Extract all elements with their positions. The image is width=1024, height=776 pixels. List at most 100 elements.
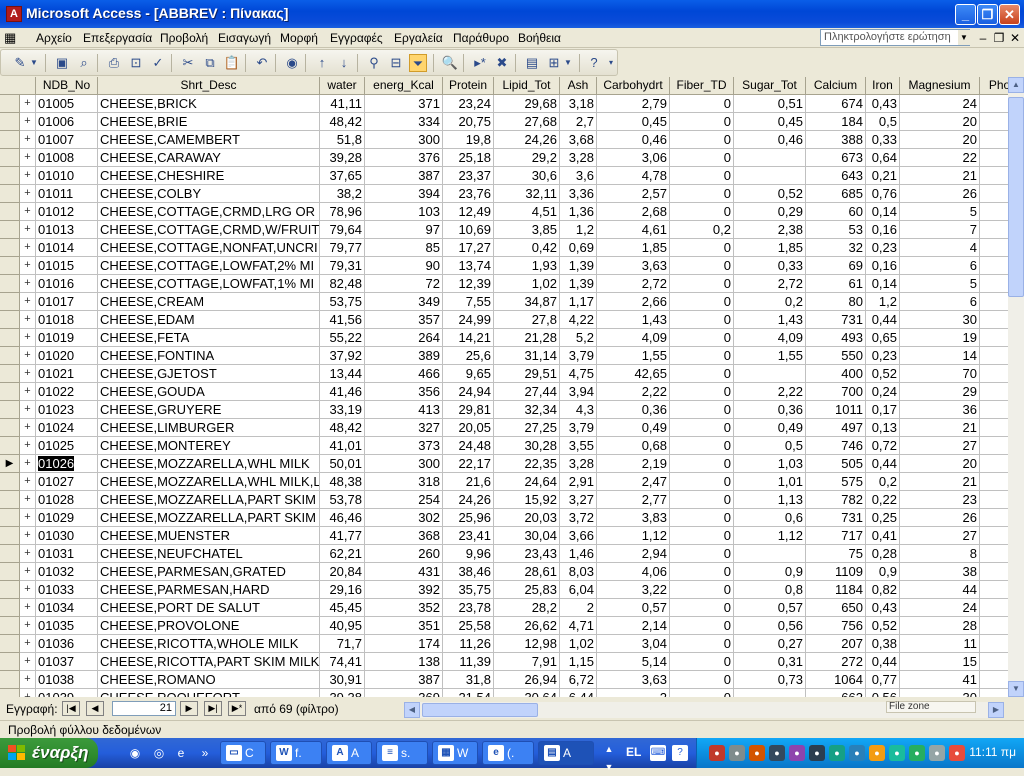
table-cell[interactable]: 41,77 [320, 527, 365, 545]
table-cell[interactable]: 4,22 [560, 311, 597, 329]
expand-icon[interactable]: + [20, 419, 36, 437]
table-cell[interactable]: 174 [365, 635, 443, 653]
view-dropdown-icon[interactable]: ▼ [29, 54, 39, 72]
table-cell[interactable]: CHEESE,PROVOLONE [98, 617, 320, 635]
table-cell[interactable]: CHEESE,MOZZARELLA,WHL MILK [98, 455, 320, 473]
table-cell[interactable]: 352 [365, 599, 443, 617]
table-cell[interactable]: 79,64 [320, 221, 365, 239]
table-cell[interactable]: 0,23 [866, 239, 900, 257]
table-cell[interactable]: 13,74 [443, 257, 494, 275]
table-cell[interactable]: 80 [806, 293, 866, 311]
table-cell[interactable]: CHEESE,PARMESAN,GRATED [98, 563, 320, 581]
table-cell[interactable]: 01037 [36, 653, 98, 671]
database-window-icon[interactable]: ▤ [523, 54, 541, 72]
table-cell[interactable]: 33,19 [320, 401, 365, 419]
table-cell[interactable]: 7,91 [494, 653, 560, 671]
menu-help[interactable]: Βοήθεια [518, 31, 561, 45]
table-cell[interactable]: 387 [365, 167, 443, 185]
table-cell[interactable]: 24,26 [443, 491, 494, 509]
table-cell[interactable]: 3,27 [560, 491, 597, 509]
table-cell[interactable]: 0 [670, 95, 734, 113]
table-cell[interactable]: 01038 [36, 671, 98, 689]
table-cell[interactable]: 1,15 [560, 653, 597, 671]
table-cell[interactable]: 01036 [36, 635, 98, 653]
table-cell[interactable] [980, 257, 1008, 275]
table-cell[interactable]: 23,78 [443, 599, 494, 617]
table-cell[interactable]: 2,22 [734, 383, 806, 401]
table-cell[interactable]: 0 [670, 383, 734, 401]
menu-view[interactable]: Προβολή [160, 31, 208, 45]
menu-edit[interactable]: Επεξεργασία [83, 31, 152, 45]
table-cell[interactable]: 0 [670, 203, 734, 221]
row-selector[interactable] [0, 311, 20, 329]
table-cell[interactable]: 25,83 [494, 581, 560, 599]
table-cell[interactable]: 14,21 [443, 329, 494, 347]
table-cell[interactable]: 1,12 [734, 527, 806, 545]
row-selector[interactable] [0, 275, 20, 293]
table-cell[interactable]: 1,39 [560, 275, 597, 293]
expand-icon[interactable]: + [20, 365, 36, 383]
table-cell[interactable]: 41,01 [320, 437, 365, 455]
table-cell[interactable]: 6 [900, 293, 980, 311]
spelling-icon[interactable]: ✓ [149, 54, 167, 72]
table-cell[interactable]: 42,65 [597, 365, 670, 383]
undo-icon[interactable]: ↶ [253, 54, 271, 72]
firefox-icon[interactable]: ◎ [150, 744, 168, 762]
table-cell[interactable]: 0,38 [866, 635, 900, 653]
table-cell[interactable]: 497 [806, 419, 866, 437]
print-icon[interactable]: ⎙ [105, 54, 123, 72]
expand-icon[interactable]: + [20, 617, 36, 635]
table-cell[interactable]: 0 [670, 671, 734, 689]
table-cell[interactable]: 662 [806, 689, 866, 697]
close-button[interactable]: ✕ [999, 4, 1020, 25]
table-cell[interactable]: 0 [670, 419, 734, 437]
table-cell[interactable]: 2,79 [597, 95, 670, 113]
table-cell[interactable]: 01035 [36, 617, 98, 635]
table-cell[interactable]: CHEESE,CREAM [98, 293, 320, 311]
taskbar-scroll-icon[interactable]: ▲ ▼ [600, 740, 618, 772]
table-cell[interactable]: 389 [365, 347, 443, 365]
menu-insert[interactable]: Εισαγωγή [218, 31, 271, 45]
table-cell[interactable]: 30,04 [494, 527, 560, 545]
table-cell[interactable]: 82,48 [320, 275, 365, 293]
table-cell[interactable] [980, 545, 1008, 563]
table-cell[interactable]: 674 [806, 95, 866, 113]
row-selector[interactable] [0, 527, 20, 545]
table-cell[interactable] [980, 131, 1008, 149]
table-cell[interactable]: 1184 [806, 581, 866, 599]
table-cell[interactable]: 2,94 [597, 545, 670, 563]
row-selector[interactable] [0, 113, 20, 131]
table-cell[interactable]: 24,94 [443, 383, 494, 401]
table-cell[interactable]: CHEESE,MOZZARELLA,PART SKIM [98, 491, 320, 509]
table-cell[interactable]: 0 [670, 329, 734, 347]
table-cell[interactable]: 27,8 [494, 311, 560, 329]
vertical-scroll-thumb[interactable] [1008, 97, 1024, 297]
table-cell[interactable] [980, 95, 1008, 113]
clock[interactable]: 11:11 πμ [969, 745, 1016, 759]
expand-icon[interactable]: + [20, 671, 36, 689]
row-selector[interactable] [0, 671, 20, 689]
table-cell[interactable]: 01016 [36, 275, 98, 293]
table-cell[interactable]: 50,01 [320, 455, 365, 473]
table-cell[interactable]: 30,28 [494, 437, 560, 455]
table-cell[interactable]: 1,02 [494, 275, 560, 293]
table-cell[interactable]: 5 [900, 203, 980, 221]
table-cell[interactable]: 0 [670, 635, 734, 653]
table-cell[interactable]: 0,82 [866, 581, 900, 599]
table-cell[interactable]: 90 [365, 257, 443, 275]
table-cell[interactable]: 3,63 [597, 257, 670, 275]
table-cell[interactable]: 0,41 [866, 527, 900, 545]
table-cell[interactable]: 0,57 [734, 599, 806, 617]
table-cell[interactable]: 369 [365, 689, 443, 697]
table-cell[interactable]: 575 [806, 473, 866, 491]
taskbar-button-folder[interactable]: ▭ C [220, 741, 266, 765]
table-cell[interactable]: 1,2 [866, 293, 900, 311]
table-cell[interactable]: 01021 [36, 365, 98, 383]
table-cell[interactable]: 21 [900, 419, 980, 437]
table-cell[interactable]: 0,51 [734, 95, 806, 113]
table-cell[interactable]: 387 [365, 671, 443, 689]
column-header[interactable]: Pho [980, 77, 1008, 95]
table-cell[interactable]: 327 [365, 419, 443, 437]
row-selector[interactable] [0, 149, 20, 167]
table-cell[interactable]: CHEESE,GOUDA [98, 383, 320, 401]
